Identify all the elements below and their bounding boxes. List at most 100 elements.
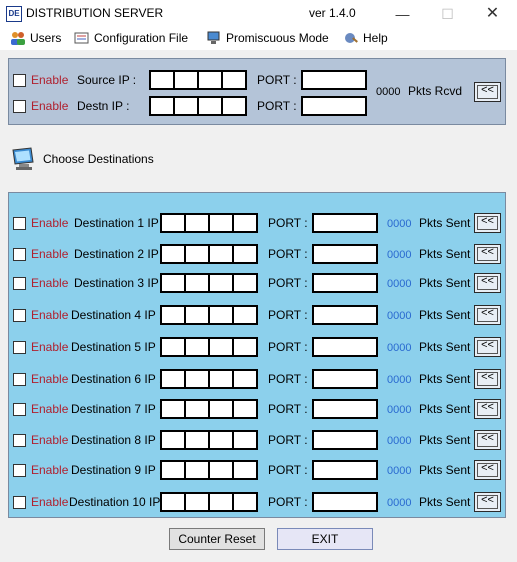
destination-1-enable-checkbox[interactable] xyxy=(13,217,26,230)
destination-1-apply-button[interactable]: << xyxy=(474,213,501,233)
destination-9-ip-label: Destination 9 IP : xyxy=(71,463,163,477)
destination-7-enable-label: Enable xyxy=(31,402,69,416)
destn-enable-checkbox[interactable] xyxy=(13,100,26,113)
destination-8-ip-label: Destination 8 IP : xyxy=(71,433,163,447)
destination-7-enable-checkbox[interactable] xyxy=(13,403,26,416)
destination-6-port-input[interactable] xyxy=(312,369,378,389)
destination-8-pkts-count: 0000 xyxy=(387,435,412,447)
destination-9-apply-button[interactable]: << xyxy=(474,460,501,480)
menu-help-label: Help xyxy=(363,31,388,45)
destination-1-ip-input[interactable] xyxy=(160,213,258,233)
destination-10-ip-label: Destination 10 IP : xyxy=(69,495,167,509)
destination-8-port-input[interactable] xyxy=(312,430,378,450)
destination-3-apply-button[interactable]: << xyxy=(474,273,501,293)
destination-8-ip-input[interactable] xyxy=(160,430,258,450)
destination-4-ip-label: Destination 4 IP : xyxy=(71,308,163,322)
destination-8-apply-button[interactable]: << xyxy=(474,430,501,450)
destination-10-ip-input[interactable] xyxy=(160,492,258,512)
destn-port-label: PORT : xyxy=(257,99,297,113)
destination-10-apply-button[interactable]: << xyxy=(474,492,501,512)
destination-6-apply-button[interactable]: << xyxy=(474,369,501,389)
menu-promiscuous-mode[interactable]: Promiscuous Mode xyxy=(206,31,329,45)
destination-4-enable-checkbox[interactable] xyxy=(13,309,26,322)
destination-2-apply-button[interactable]: << xyxy=(474,244,501,264)
source-ip-input[interactable] xyxy=(149,70,247,90)
close-button[interactable]: ✕ xyxy=(470,0,515,28)
destination-7-pkts-label: Pkts Sent xyxy=(419,402,471,416)
destination-7-pkts-count: 0000 xyxy=(387,404,412,416)
pkts-rcvd-label: Pkts Rcvd xyxy=(408,84,463,98)
destination-4-port-input[interactable] xyxy=(312,305,378,325)
destination-row-5: Enable Destination 5 IP : PORT : 0000 Pkts S… xyxy=(9,337,505,359)
destination-6-ip-label: Destination 6 IP : xyxy=(71,372,163,386)
destination-2-pkts-label: Pkts Sent xyxy=(419,247,471,261)
minimize-button[interactable]: — xyxy=(380,0,425,28)
users-icon xyxy=(11,32,25,45)
destination-5-port-input[interactable] xyxy=(312,337,378,357)
destination-5-enable-label: Enable xyxy=(31,340,69,354)
destination-2-port-input[interactable] xyxy=(312,244,378,264)
destination-row-1: Enable Destination 1 IP : PORT : 0000 Pkts S… xyxy=(9,213,505,235)
help-icon xyxy=(345,33,358,43)
destination-3-enable-label: Enable xyxy=(31,276,69,290)
destination-6-enable-checkbox[interactable] xyxy=(13,373,26,386)
menu-configuration-file[interactable]: Configuration File xyxy=(74,31,188,45)
exit-button[interactable]: EXIT xyxy=(277,528,373,550)
destination-1-port-input[interactable] xyxy=(312,213,378,233)
choose-destinations-label: Choose Destinations xyxy=(43,152,154,166)
destination-7-ip-input[interactable] xyxy=(160,399,258,419)
destination-7-apply-button[interactable]: << xyxy=(474,399,501,419)
destination-10-port-label: PORT : xyxy=(268,495,308,509)
destination-5-enable-checkbox[interactable] xyxy=(13,341,26,354)
destination-3-enable-checkbox[interactable] xyxy=(13,277,26,290)
destination-row-9: Enable Destination 9 IP : PORT : 0000 Pkts S… xyxy=(9,460,505,482)
title-bar: DE DISTRIBUTION SERVER ver 1.4.0 — ☐ ✕ xyxy=(0,0,517,28)
source-apply-button[interactable]: << xyxy=(474,82,501,102)
destination-10-port-input[interactable] xyxy=(312,492,378,512)
destination-2-port-label: PORT : xyxy=(268,247,308,261)
destination-5-ip-input[interactable] xyxy=(160,337,258,357)
menu-help[interactable]: Help xyxy=(343,31,388,45)
destination-4-ip-input[interactable] xyxy=(160,305,258,325)
source-enable-checkbox[interactable] xyxy=(13,74,26,87)
menu-users[interactable]: Users xyxy=(10,31,61,45)
destination-10-pkts-count: 0000 xyxy=(387,497,412,509)
destination-3-ip-label: Destination 3 IP : xyxy=(74,276,166,290)
destination-3-port-input[interactable] xyxy=(312,273,378,293)
destination-9-enable-checkbox[interactable] xyxy=(13,464,26,477)
destination-2-enable-label: Enable xyxy=(31,247,69,261)
destination-2-ip-input[interactable] xyxy=(160,244,258,264)
destination-10-enable-checkbox[interactable] xyxy=(13,496,26,509)
destination-1-pkts-count: 0000 xyxy=(387,218,412,230)
destination-row-10: Enable Destination 10 IP : PORT : 0000 Pkts … xyxy=(9,492,505,514)
destination-7-port-input[interactable] xyxy=(312,399,378,419)
destination-5-apply-button[interactable]: << xyxy=(474,337,501,357)
destination-10-pkts-label: Pkts Sent xyxy=(419,495,471,509)
destination-row-7: Enable Destination 7 IP : PORT : 0000 Pkts S… xyxy=(9,399,505,421)
destination-6-ip-input[interactable] xyxy=(160,369,258,389)
menu-users-label: Users xyxy=(30,31,62,45)
source-port-input[interactable] xyxy=(301,70,367,90)
source-panel: Enable Source IP : PORT : Enable Destn I… xyxy=(8,58,506,125)
counter-reset-button[interactable]: Counter Reset xyxy=(169,528,265,550)
destination-8-enable-label: Enable xyxy=(31,433,69,447)
destination-7-port-label: PORT : xyxy=(268,402,308,416)
maximize-button[interactable]: ☐ xyxy=(425,0,470,28)
source-port-label: PORT : xyxy=(257,73,297,87)
destination-4-apply-button[interactable]: << xyxy=(474,305,501,325)
destn-ip-input[interactable] xyxy=(149,96,247,116)
destination-2-enable-checkbox[interactable] xyxy=(13,248,26,261)
destination-1-ip-label: Destination 1 IP : xyxy=(74,216,166,230)
destn-port-input[interactable] xyxy=(301,96,367,116)
destn-ip-label: Destn IP : xyxy=(77,99,130,113)
destination-9-ip-input[interactable] xyxy=(160,460,258,480)
destination-3-pkts-count: 0000 xyxy=(387,278,412,290)
choose-destinations: Choose Destinations xyxy=(11,146,154,172)
destination-3-port-label: PORT : xyxy=(268,276,308,290)
destination-3-ip-input[interactable] xyxy=(160,273,258,293)
destination-5-ip-label: Destination 5 IP : xyxy=(71,340,163,354)
window-title: DISTRIBUTION SERVER xyxy=(26,6,164,20)
destination-8-enable-checkbox[interactable] xyxy=(13,434,26,447)
destination-9-port-input[interactable] xyxy=(312,460,378,480)
destinations-panel: Enable Destination 1 IP : PORT : 0000 Pkts S… xyxy=(8,192,506,518)
